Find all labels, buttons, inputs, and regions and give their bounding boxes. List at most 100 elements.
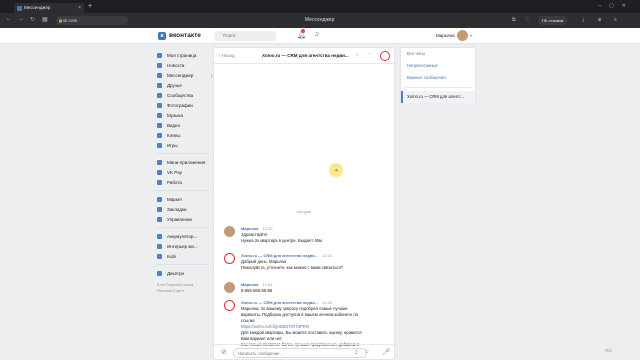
reviews-badge[interactable]: ПК отзывов — [538, 16, 568, 25]
address-bar[interactable]: 🔒 vk.com — [56, 16, 128, 25]
message-line: 8-555-555-55-88 — [241, 288, 273, 293]
extension-icon[interactable]: ⧉ — [512, 17, 516, 23]
pay-icon — [157, 169, 162, 175]
sidebar-item[interactable]: Фотографии — [157, 100, 213, 110]
browser-tab-bar: Мессенджер × + –▢✕ — [0, 0, 640, 13]
left-menu: Моя страница Новости Мессенджер 1 Друзья Сооб… — [157, 50, 213, 278]
vk-brand[interactable]: вконтакте — [169, 32, 201, 39]
sidebar-item[interactable]: Видео — [157, 120, 213, 130]
sidebar-item-label: Игры — [167, 142, 178, 148]
author-name: Марьяна — [241, 226, 259, 231]
filter-divider — [405, 87, 471, 88]
sidebar-item[interactable]: Музыка — [157, 110, 213, 120]
browser-tab[interactable]: Мессенджер × — [14, 3, 84, 13]
filter-important[interactable]: Важные сообщения — [401, 72, 475, 84]
filter-all-chats[interactable]: Все чаты — [401, 48, 475, 60]
window-controls[interactable]: –▢✕ — [598, 3, 634, 9]
app-icon — [157, 253, 162, 259]
sidebar-item[interactable]: Мессенджер 1 — [157, 70, 213, 80]
user-name[interactable]: Марьяна — [436, 33, 455, 38]
extensions-icon[interactable]: ⧈ — [598, 17, 601, 23]
author-name: Xomo.ru — CRM для агентства недви... — [241, 300, 318, 305]
search-icon[interactable]: ⌕ — [356, 52, 359, 58]
message-text: 8-555-555-55-88 — [241, 288, 381, 294]
chat-header: ‹ Назад Xomo.ru — CRM для агентства недв… — [214, 48, 394, 64]
message-time: 12:35 — [322, 300, 333, 305]
sidebar-item-label: Управление — [167, 216, 193, 222]
menu-divider — [157, 190, 209, 191]
back-label: Назад — [221, 53, 235, 58]
menu-divider — [157, 153, 209, 154]
microphone-icon[interactable]: 🎤︎ — [382, 348, 391, 356]
message-icon — [157, 72, 162, 78]
more-icon[interactable]: ··· — [367, 51, 373, 57]
app-icon — [157, 233, 162, 239]
sidebar-item-label: Новости — [167, 62, 185, 68]
filter-active-chat[interactable]: Xomo.ru — CRM для агентс... — [401, 91, 475, 103]
sidebar-item[interactable]: Аккумулятор... — [157, 231, 213, 241]
paperclip-icon[interactable]: ⊘ — [221, 348, 227, 356]
sidebar-item[interactable]: Мини-приложения — [157, 157, 213, 167]
sidebar-item[interactable]: Маркет — [157, 194, 213, 204]
apps-icon — [157, 159, 162, 165]
news-icon — [157, 62, 162, 68]
chat-title[interactable]: Xomo.ru — CRM для агентства недви... — [262, 53, 349, 58]
back-arrow-icon[interactable]: ← — [6, 16, 12, 22]
author-name: Марьяна — [241, 282, 259, 287]
reload-icon[interactable]: ↻ — [30, 16, 35, 23]
avatar[interactable] — [457, 30, 468, 41]
message-input[interactable] — [233, 348, 367, 358]
sidebar-item[interactable]: Интерьер жи... — [157, 241, 213, 251]
user-icon — [157, 52, 162, 58]
chevron-down-icon[interactable]: ▾ — [470, 33, 472, 38]
chat-history[interactable]: ↖ сегодня Марьяна 12:30 Здравствуйте Нужна … — [214, 64, 394, 353]
sidebar-item[interactable]: Kubi — [157, 251, 213, 261]
search-input[interactable] — [214, 31, 276, 41]
grid-icon[interactable]: ▦ — [42, 16, 48, 23]
camera-icon[interactable]: ⌼ — [355, 350, 358, 355]
chat-panel: ‹ Назад Xomo.ru — CRM для агентства недв… — [213, 47, 395, 360]
vk-logo-icon[interactable]: в — [158, 32, 166, 40]
message-author[interactable]: Xomo.ru — CRM для агентства недви... 12:3… — [241, 253, 332, 258]
page-viewport: в вконтакте ⌕ 🔔︎ ♫ Марьяна ▾ Моя страниц… — [0, 28, 640, 360]
smile-icon[interactable]: ☺ — [364, 349, 370, 355]
sidebar-item-label: Маркет — [167, 196, 183, 202]
music-icon[interactable]: ♫ — [314, 31, 319, 38]
heart-icon[interactable]: ♡ — [525, 17, 529, 23]
footer-link-row[interactable]: Реклама Ещё ▾ — [157, 288, 213, 294]
avatar[interactable] — [224, 282, 235, 293]
menu-dots-icon[interactable]: ≡ — [614, 17, 617, 23]
friends-icon — [157, 82, 162, 88]
filter-unread[interactable]: Непрочитанные — [401, 60, 475, 72]
back-button[interactable]: ‹ Назад — [219, 53, 235, 58]
message-author[interactable]: Xomo.ru — CRM для агентства недви... 12:3… — [241, 300, 332, 305]
vk-favicon-icon — [17, 5, 22, 11]
close-tab-icon[interactable]: × — [78, 3, 81, 13]
sidebar-item[interactable]: VK Pay — [157, 167, 213, 177]
sidebar-item[interactable]: Друзья — [157, 80, 213, 90]
sidebar-item[interactable]: Игры — [157, 140, 213, 150]
forward-arrow-icon[interactable]: → — [18, 16, 24, 22]
sidebar-item[interactable]: Работа — [157, 177, 213, 187]
sidebar-item[interactable]: Закладки — [157, 204, 213, 214]
avatar[interactable] — [224, 226, 235, 237]
sidebar-item-label: Друзья — [167, 82, 182, 88]
sidebar-item[interactable]: Сообщества — [157, 90, 213, 100]
vk-header: в вконтакте ⌕ 🔔︎ ♫ Марьяна ▾ — [0, 28, 640, 44]
chat-avatar[interactable] — [380, 51, 390, 61]
sidebar-item[interactable]: Декетри — [157, 268, 213, 278]
message-author[interactable]: Марьяна 12:34 — [241, 282, 273, 287]
notification-badge — [301, 29, 305, 33]
avatar[interactable] — [224, 300, 235, 311]
sidebar-item[interactable]: Клипы — [157, 130, 213, 140]
avatar[interactable] — [224, 253, 235, 264]
new-tab-button[interactable]: + — [88, 3, 92, 11]
music-icon — [157, 112, 162, 118]
sidebar-item[interactable]: Управление — [157, 214, 213, 224]
message-author[interactable]: Марьяна 12:30 — [241, 226, 273, 231]
sidebar-item[interactable]: Новости — [157, 60, 213, 70]
message-time: 12:33 — [322, 253, 333, 258]
message-text: Здравствуйте Нужна 2к квартира в центре. … — [241, 232, 381, 244]
sidebar-item[interactable]: Моя страница — [157, 50, 213, 60]
download-icon[interactable]: ⤓ — [582, 17, 584, 23]
